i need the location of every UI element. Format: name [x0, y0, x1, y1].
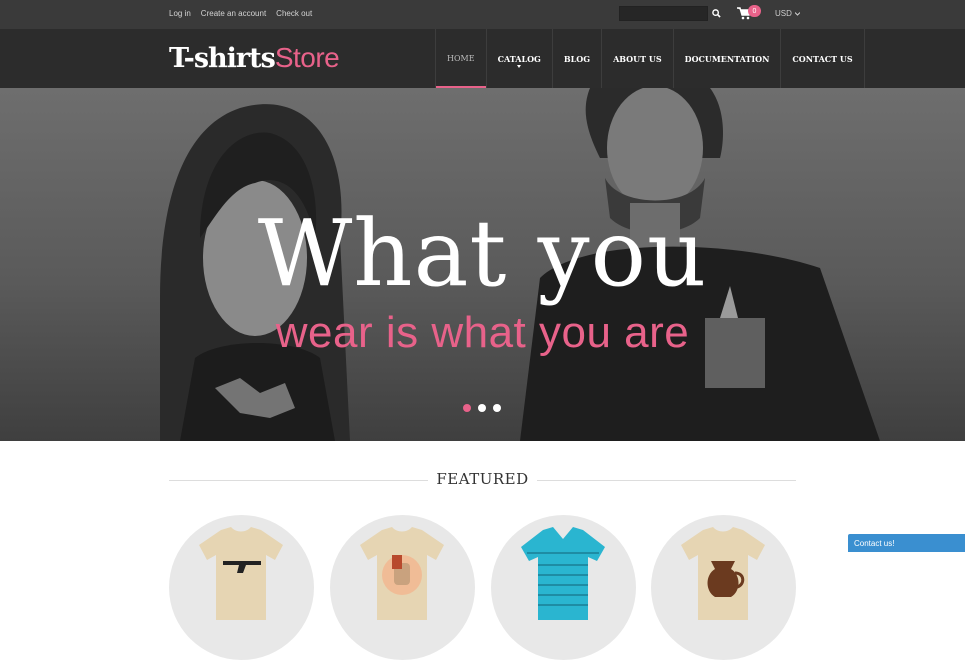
checkout-link[interactable]: Check out	[276, 9, 312, 18]
nav-contact-us[interactable]: CONTACT US	[780, 29, 865, 88]
product-card-3[interactable]	[491, 515, 636, 660]
slider-dot-3[interactable]	[493, 404, 501, 412]
striped-polo-icon	[521, 527, 605, 620]
logo-light-text: Store	[274, 42, 340, 73]
chevron-down-icon	[794, 11, 800, 16]
main-header: T-shirtsStore HOME CATALOG BLOG ABOUT US…	[0, 29, 965, 88]
nav-about-label: ABOUT US	[613, 53, 662, 64]
product-card-2[interactable]	[330, 515, 475, 660]
caret-down-icon	[517, 65, 522, 68]
nav-catalog[interactable]: CATALOG	[485, 29, 552, 88]
featured-heading: FEATURED	[0, 470, 965, 489]
fist-tshirt-icon	[360, 527, 444, 620]
store-logo[interactable]: T-shirtsStore	[169, 42, 340, 74]
login-link[interactable]: Log in	[169, 9, 191, 18]
coffee-pot-tshirt-icon	[681, 527, 765, 620]
featured-heading-text: FEATURED	[428, 470, 537, 488]
logo-bold-text: T-shirts	[169, 43, 276, 74]
cart-count-badge: 0	[748, 5, 761, 17]
main-nav: HOME CATALOG BLOG ABOUT US DOCUMENTATION…	[435, 29, 865, 88]
slider-dot-2[interactable]	[478, 404, 486, 412]
nav-home-label: HOME	[447, 54, 475, 63]
nav-blog[interactable]: BLOG	[551, 29, 601, 88]
search-input[interactable]	[619, 6, 708, 21]
product-card-1[interactable]	[169, 515, 314, 660]
create-account-link[interactable]: Create an account	[201, 9, 266, 18]
slider-pagination	[463, 404, 501, 412]
nav-documentation-label: DOCUMENTATION	[684, 53, 770, 64]
nav-catalog-label: CATALOG	[497, 53, 541, 64]
nav-blog-label: BLOG	[563, 53, 591, 64]
search-icon	[712, 9, 721, 18]
top-bar: Log in Create an account Check out 0 USD	[0, 0, 965, 29]
account-links: Log in Create an account Check out	[169, 9, 312, 18]
hero-subtitle: wear is what you are	[275, 308, 690, 357]
contact-us-tab[interactable]: Contact us!	[848, 534, 965, 552]
rifle-tshirt-icon	[199, 527, 283, 620]
slider-dot-1[interactable]	[463, 404, 471, 412]
search-button[interactable]	[708, 6, 725, 21]
currency-label: USD	[775, 9, 792, 18]
nav-contact-label: CONTACT US	[792, 53, 853, 64]
nav-home[interactable]: HOME	[435, 29, 486, 88]
product-card-4[interactable]	[651, 515, 796, 660]
nav-about-us[interactable]: ABOUT US	[601, 29, 673, 88]
currency-selector[interactable]: USD	[775, 9, 800, 18]
hero-slider[interactable]: What you wear is what you are	[0, 88, 965, 441]
nav-documentation[interactable]: DOCUMENTATION	[672, 29, 781, 88]
hero-title: What you	[257, 200, 708, 307]
